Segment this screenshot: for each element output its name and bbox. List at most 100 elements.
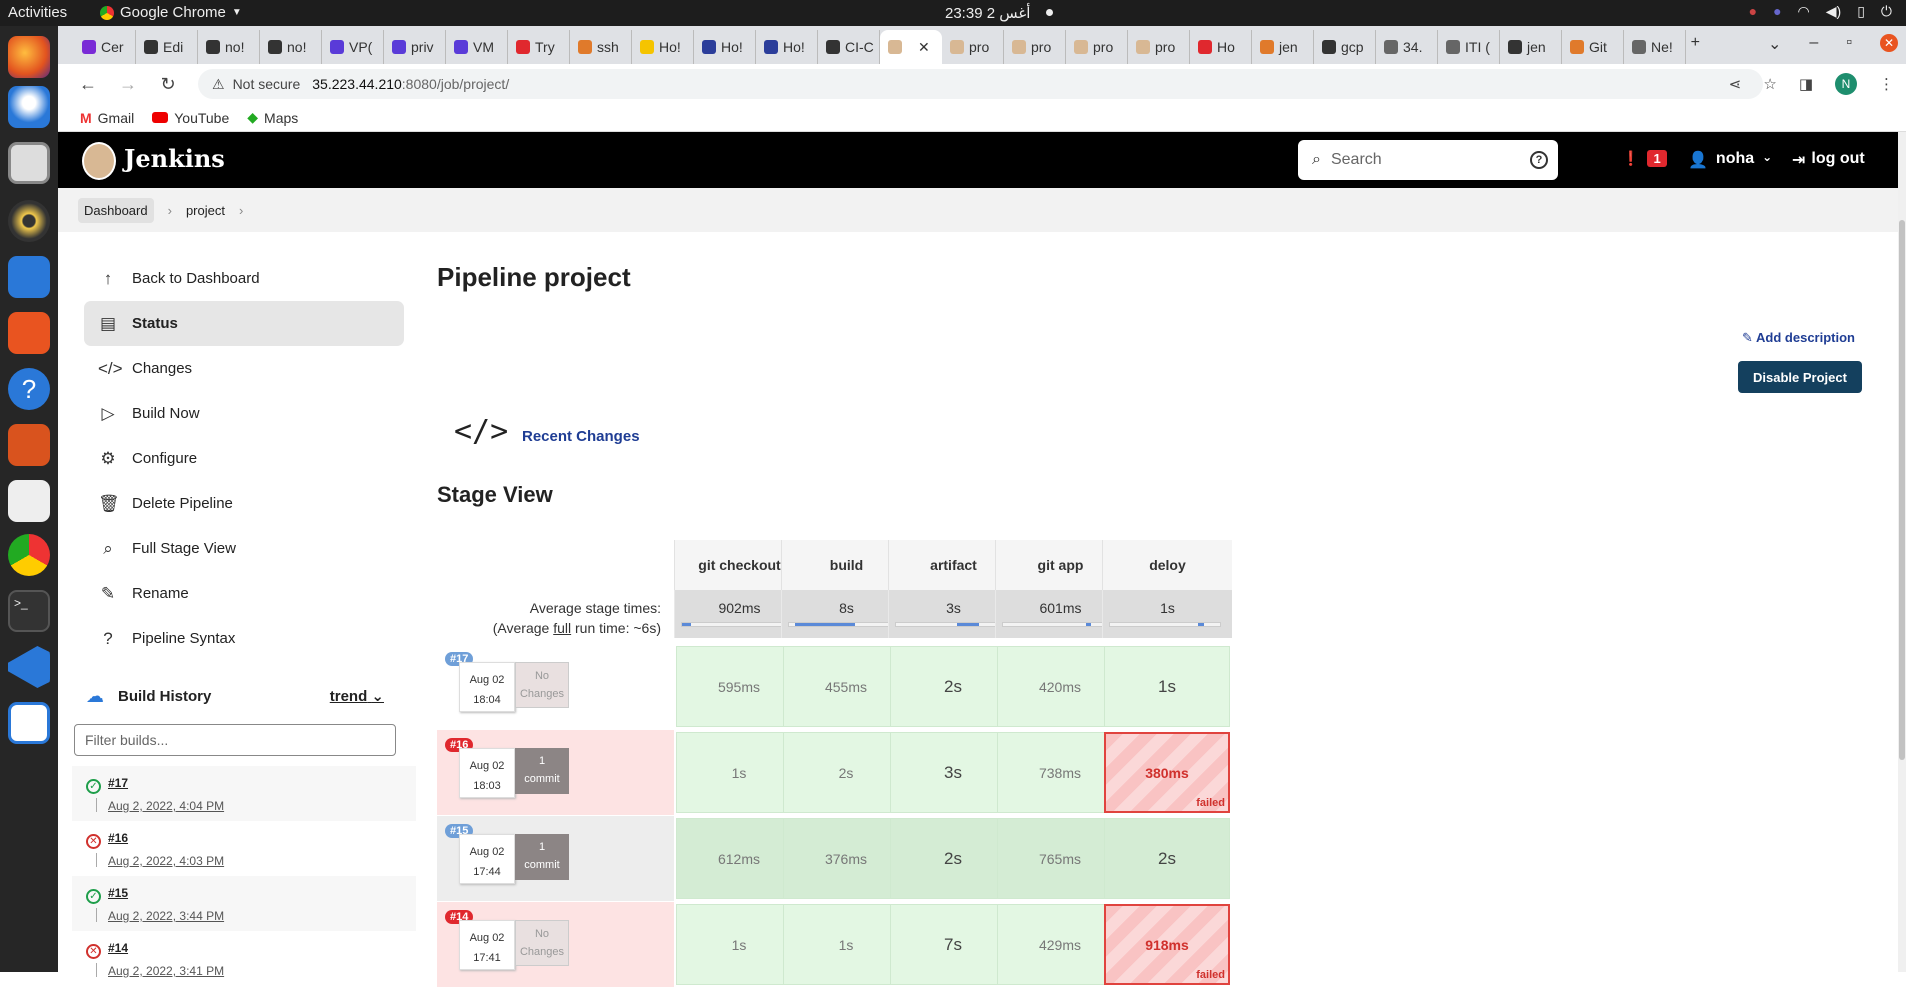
build-row[interactable]: ✓ #17 Aug 2, 2022, 4:04 PM [72,766,416,821]
filter-builds-input[interactable]: Filter builds... [74,724,396,756]
build-date-link[interactable]: Aug 2, 2022, 4:03 PM [108,854,224,868]
sidebar-item-full-stage-view[interactable]: ⌕ Full Stage View [84,526,404,571]
browser-tab[interactable]: no! [198,30,260,64]
jenkins-logo-icon[interactable] [82,142,116,180]
jenkins-title[interactable]: Jenkins [124,144,225,173]
stage-cell[interactable]: 918ms failed [1104,904,1230,985]
browser-tab[interactable]: jen [1500,30,1562,64]
browser-tab[interactable]: Cer [74,30,136,64]
warning-icon[interactable]: ⚠ [212,76,225,93]
browser-tab[interactable]: Ne! [1624,30,1686,64]
bookmark-youtube[interactable]: YouTube [152,110,229,126]
browser-tab[interactable]: VP( [322,30,384,64]
browser-tab[interactable]: pro [1128,30,1190,64]
firefox-icon[interactable] [8,36,50,78]
terminal-icon[interactable]: >_ [8,590,50,632]
security-alert[interactable]: ❗ 1 [1622,150,1667,167]
user-menu[interactable]: 👤 noha ⌄ [1688,150,1772,170]
add-description-link[interactable]: ✎ Add description [1742,330,1855,346]
browser-tab[interactable]: Ho! [756,30,818,64]
browser-tab[interactable]: gcp [1314,30,1376,64]
browser-tab[interactable]: pro [942,30,1004,64]
close-icon[interactable]: ✕ [918,39,930,56]
sidebar-item-configure[interactable]: ⚙ Configure [84,436,404,481]
changes-box[interactable]: No Changes [515,920,569,966]
browser-tab[interactable]: pro [1066,30,1128,64]
thunderbird-icon[interactable] [8,86,50,128]
breadcrumb-project[interactable]: project [186,203,225,218]
scrollbar-thumb[interactable] [1899,220,1905,760]
stage-cell[interactable]: 2s [1104,818,1230,899]
reload-button[interactable]: ↻ [158,74,178,95]
browser-tab[interactable]: Ho! [694,30,756,64]
files-icon[interactable] [8,142,50,184]
share-icon[interactable]: ⋖ [1729,75,1742,93]
profile-avatar[interactable]: N [1835,73,1857,95]
side-panel-icon[interactable]: ◨ [1799,75,1813,93]
browser-tab[interactable]: no! [260,30,322,64]
sidebar-item-build-now[interactable]: ▷ Build Now [84,391,404,436]
impress-icon[interactable] [8,424,50,466]
browser-tab[interactable]: Ho! [632,30,694,64]
browser-tab[interactable]: 34. [1376,30,1438,64]
build-date-link[interactable]: Aug 2, 2022, 4:04 PM [108,799,224,813]
browser-tab[interactable]: Git [1562,30,1624,64]
sidebar-item-delete-pipeline[interactable]: 🗑 Delete Pipeline [84,481,404,526]
build-date-link[interactable]: Aug 2, 2022, 3:41 PM [108,964,224,978]
build-row[interactable]: ✕ #14 Aug 2, 2022, 3:41 PM [72,931,416,986]
document-viewer-icon[interactable] [8,480,50,522]
build-number-link[interactable]: #15 [108,886,128,900]
browser-tab[interactable]: Ho [1190,30,1252,64]
maximize-button[interactable]: ▫ [1846,34,1852,54]
minimize-button[interactable]: – [1809,34,1818,54]
browser-tab[interactable]: jen [1252,30,1314,64]
forward-button[interactable]: → [118,74,138,95]
search-box[interactable]: ⌕ Search ? [1298,140,1558,180]
build-row[interactable]: ✕ #16 Aug 2, 2022, 4:03 PM [72,821,416,876]
chevron-right-icon[interactable]: › [239,203,243,218]
browser-tab[interactable]: ✕ [880,30,942,64]
build-date-link[interactable]: Aug 2, 2022, 3:44 PM [108,909,224,923]
sidebar-item-status[interactable]: ▤ Status [84,301,404,346]
browser-tab[interactable]: Try [508,30,570,64]
app-center-icon[interactable] [8,312,50,354]
menu-kebab-icon[interactable]: ⋮ [1879,75,1894,93]
sidebar-item-pipeline-syntax[interactable]: ? Pipeline Syntax [84,616,404,661]
logout-link[interactable]: ⇥ log out [1792,150,1865,170]
breadcrumb-dashboard[interactable]: Dashboard [78,197,154,223]
search-input[interactable]: Search [1331,151,1382,169]
full-run-link[interactable]: full [553,620,571,636]
browser-tab[interactable]: ssh [570,30,632,64]
activities-button[interactable]: Activities [8,4,67,21]
build-row[interactable]: ✓ #15 Aug 2, 2022, 3:44 PM [72,876,416,931]
help-icon[interactable]: ? [8,368,50,410]
new-tab-button[interactable]: + [1691,34,1700,52]
changes-box[interactable]: 1 commit [515,834,569,880]
back-button[interactable]: ← [78,74,98,95]
disable-project-button[interactable]: Disable Project [1738,361,1862,393]
stage-cell[interactable]: 380ms failed [1104,732,1230,813]
text-editor-icon[interactable] [8,702,50,744]
changes-box[interactable]: No Changes [515,662,569,708]
page-scrollbar[interactable] [1898,132,1906,972]
browser-tab[interactable]: ITI ( [1438,30,1500,64]
chrome-dock-icon[interactable] [8,534,50,576]
bookmark-star-icon[interactable]: ☆ [1763,75,1776,93]
help-icon[interactable]: ? [1530,151,1548,169]
tab-search-icon[interactable]: ⌄ [1768,34,1781,54]
system-tray[interactable]: ● ● ◠ ◀) ▯ ⏻ [1749,3,1892,20]
close-window-button[interactable]: ✕ [1880,34,1898,52]
bookmark-maps[interactable]: ◆ Maps [247,109,298,126]
vscode-icon[interactable] [8,646,50,688]
address-bar[interactable]: ⚠ Not secure 35.223.44.210 :8080/job/pro… [198,69,1763,99]
writer-icon[interactable] [8,256,50,298]
stage-cell[interactable]: 1s [1104,646,1230,727]
rhythmbox-icon[interactable] [8,200,50,242]
sidebar-item-back-to-dashboard[interactable]: ↑ Back to Dashboard [84,256,404,301]
browser-tab[interactable]: CI-C [818,30,880,64]
sidebar-item-changes[interactable]: </> Changes [84,346,404,391]
browser-tab[interactable]: VM [446,30,508,64]
build-number-link[interactable]: #16 [108,831,128,845]
clock[interactable]: أغس 2 23:39 [945,4,1030,22]
bookmark-gmail[interactable]: M Gmail [80,110,134,126]
